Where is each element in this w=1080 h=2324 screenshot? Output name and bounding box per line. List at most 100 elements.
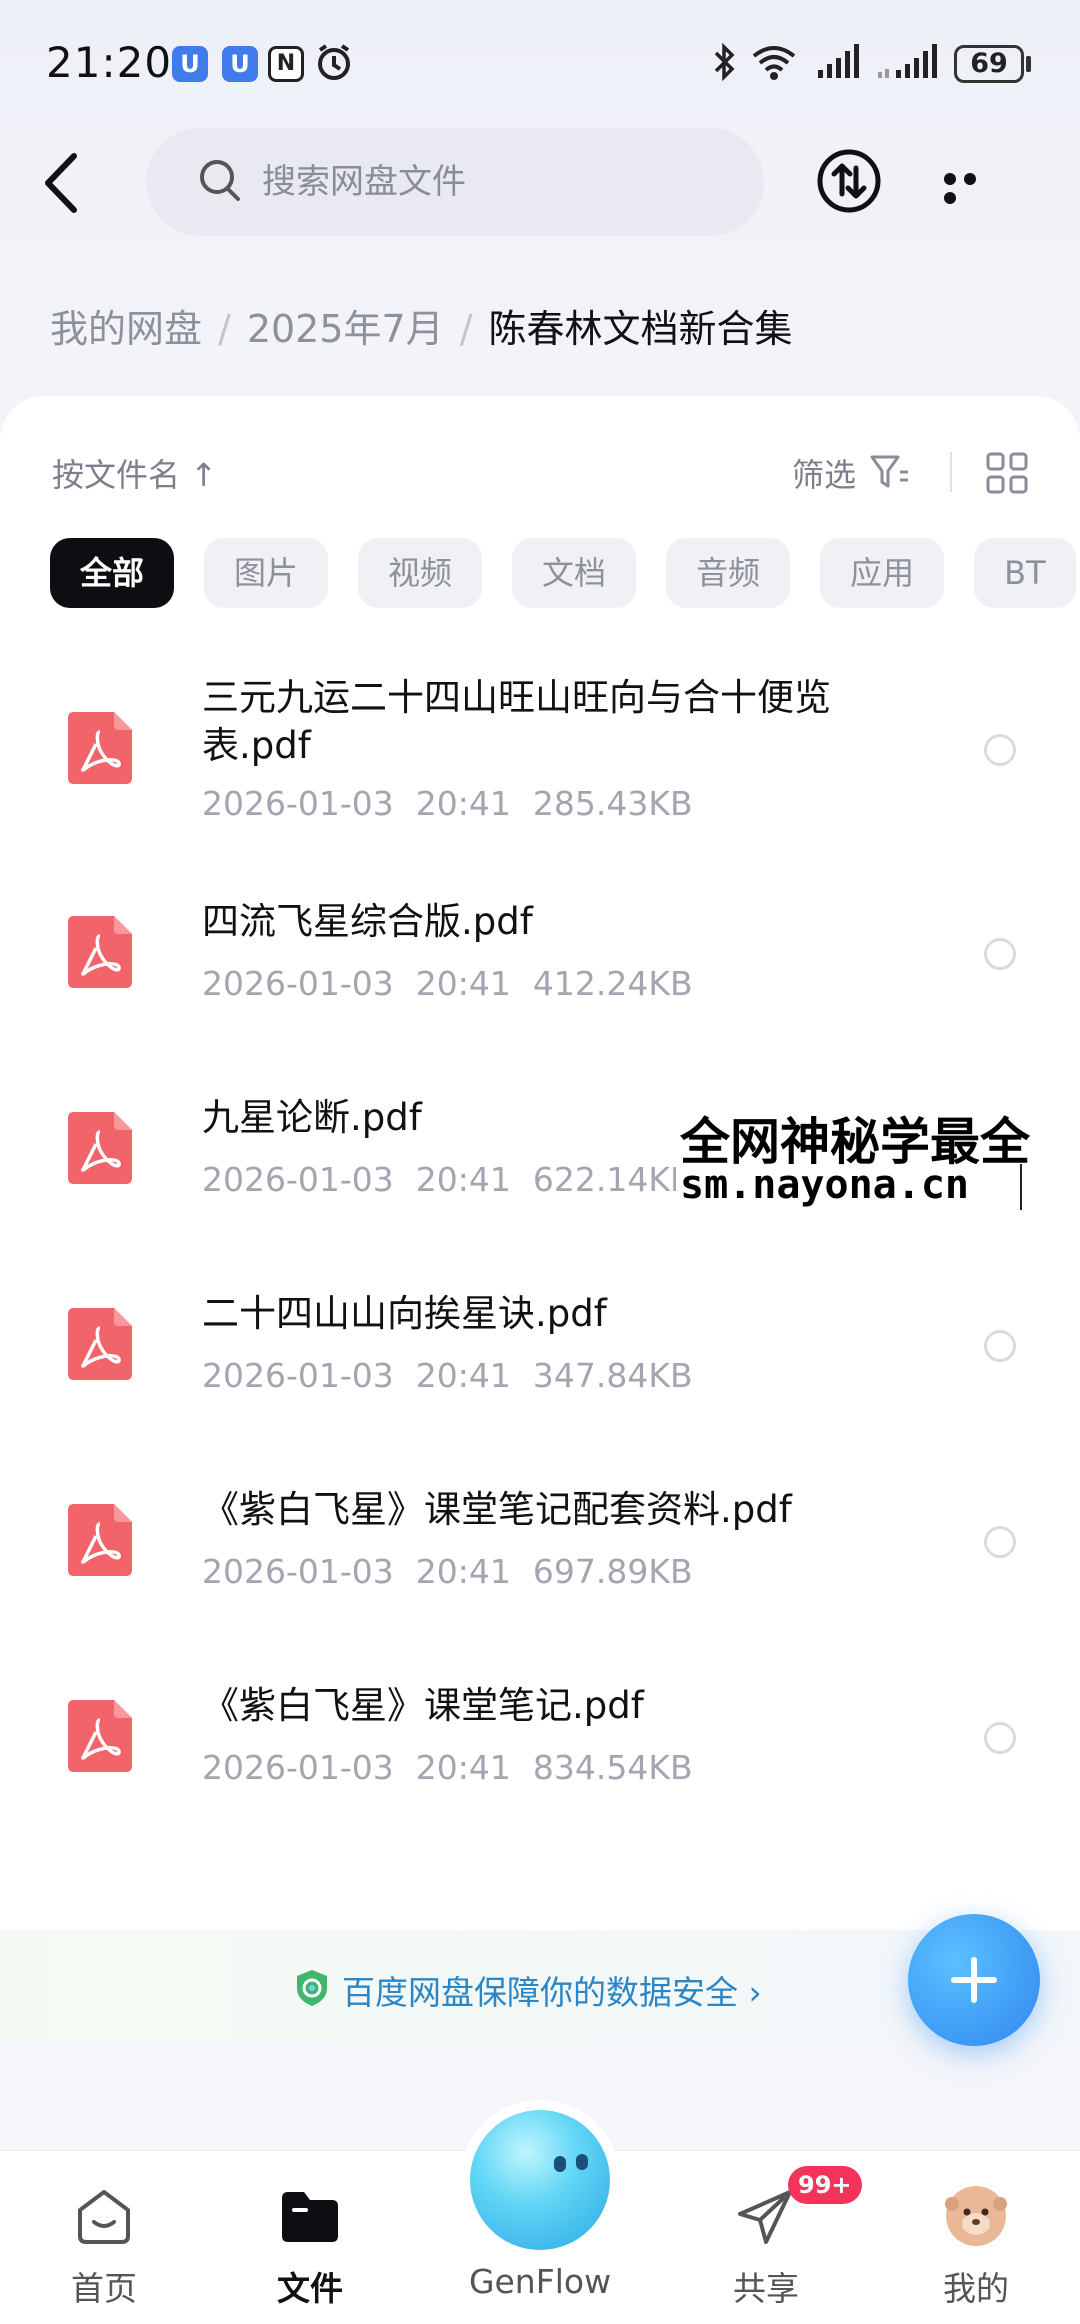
battery-indicator: 69 <box>954 45 1024 83</box>
status-time: 21:20 <box>46 38 173 87</box>
signal-icon <box>878 44 937 78</box>
select-checkbox[interactable] <box>984 1722 1016 1754</box>
nav-share-label: 共享 <box>733 2269 799 2308</box>
file-name: 二十四山山向挨星诀.pdf <box>202 1292 607 1335</box>
file-date: 2026-01-03 <box>202 1356 394 1395</box>
plus-icon <box>951 1957 997 2003</box>
file-date: 2026-01-03 <box>202 1552 394 1591</box>
file-time: 20:41 <box>415 1356 511 1395</box>
file-meta: 2026-01-03 20:41 347.84KB <box>202 1356 715 1395</box>
file-size: 347.84KB <box>532 1356 693 1395</box>
nfc-icon: N <box>268 46 304 82</box>
sort-label: 按文件名 <box>52 456 181 494</box>
wifi-icon <box>752 46 796 80</box>
watermark-overlay: 全网神秘学最全 sm.nayona.cn <box>676 1098 1080 1216</box>
file-date: 2026-01-03 <box>202 784 394 823</box>
battery-tip <box>1026 56 1031 72</box>
watermark-line2: sm.nayona.cn <box>680 1162 969 1208</box>
file-size: 697.89KB <box>532 1552 693 1591</box>
pdf-file-icon <box>68 1308 132 1380</box>
tab-documents[interactable]: 文档 <box>512 538 637 608</box>
status-bar: 21:20 U U N 69 <box>0 0 1080 130</box>
add-button[interactable] <box>908 1914 1040 2046</box>
file-size: 622.14KB <box>532 1160 693 1199</box>
avatar <box>945 2186 1007 2246</box>
transfer-icon[interactable] <box>816 148 882 214</box>
shield-icon <box>297 1970 327 2006</box>
file-time: 20:41 <box>415 784 511 823</box>
search-input[interactable] <box>262 158 742 206</box>
search-icon <box>200 160 240 201</box>
file-name: 三元九运二十四山旺山旺向与合十便览表.pdf <box>202 676 831 767</box>
safety-link[interactable]: 百度网盘保障你的数据安全 › <box>342 1966 762 2014</box>
file-date: 2026-01-03 <box>202 964 394 1003</box>
file-row[interactable]: 《紫白飞星》课堂笔记.pdf 2026-01-03 20:41 834.54KB <box>0 1682 1080 1832</box>
file-size: 834.54KB <box>532 1748 693 1787</box>
app-notification-icon: U <box>222 46 258 82</box>
filter-tabs: 全部 图片 视频 文档 音频 应用 BT <box>50 538 1080 610</box>
file-meta: 2026-01-03 20:41 622.14KB <box>202 1160 715 1199</box>
file-time: 20:41 <box>415 964 511 1003</box>
tab-images[interactable]: 图片 <box>204 538 329 608</box>
file-time: 20:41 <box>415 1552 511 1591</box>
file-row[interactable]: 四流飞星综合版.pdf 2026-01-03 20:41 412.24KB <box>0 898 1080 1048</box>
sort-arrow-icon: ↑ <box>190 456 217 494</box>
tab-bt[interactable]: BT <box>974 538 1076 608</box>
breadcrumb-item[interactable]: 我的网盘 <box>50 307 202 351</box>
signal-icon <box>818 44 859 78</box>
nav-genflow-label: GenFlow <box>468 2262 612 2301</box>
filter-button[interactable]: 筛选 <box>792 450 856 496</box>
file-time: 20:41 <box>415 1160 511 1199</box>
filter-icon[interactable] <box>870 454 910 490</box>
file-size: 412.24KB <box>532 964 693 1003</box>
text-caret <box>1020 1164 1022 1210</box>
file-meta: 2026-01-03 20:41 412.24KB <box>202 964 715 1003</box>
nav-mine-label: 我的 <box>943 2269 1009 2308</box>
file-name: 《紫白飞星》课堂笔记.pdf <box>202 1684 644 1727</box>
search-bar[interactable] <box>146 128 764 236</box>
nav-mine[interactable]: 我的 <box>886 2150 1066 2324</box>
home-icon <box>78 2190 130 2244</box>
file-meta: 2026-01-03 20:41 697.89KB <box>202 1552 715 1591</box>
tab-apps[interactable]: 应用 <box>820 538 945 608</box>
pdf-file-icon <box>68 916 132 988</box>
select-checkbox[interactable] <box>984 1330 1016 1362</box>
file-date: 2026-01-03 <box>202 1748 394 1787</box>
pdf-file-icon <box>68 1504 132 1576</box>
breadcrumb-current: 陈春林文档新合集 <box>488 307 793 351</box>
nav-files[interactable]: 文件 <box>220 2150 400 2324</box>
sort-button[interactable]: 按文件名 ↑ <box>52 450 217 496</box>
file-row[interactable]: 二十四山山向挨星诀.pdf 2026-01-03 20:41 347.84KB <box>0 1290 1080 1440</box>
file-row[interactable]: 三元九运二十四山旺山旺向与合十便览表.pdf 2026-01-03 20:41 28… <box>0 654 1080 844</box>
tab-all[interactable]: 全部 <box>50 538 175 608</box>
file-name: 《紫白飞星》课堂笔记配套资料.pdf <box>202 1488 792 1531</box>
file-time: 20:41 <box>415 1748 511 1787</box>
folder-icon <box>282 2192 338 2242</box>
nav-home-label: 首页 <box>71 2269 137 2308</box>
toolbar-divider <box>950 452 952 492</box>
app-notification-icon: U <box>172 46 208 82</box>
select-checkbox[interactable] <box>984 1526 1016 1558</box>
file-row[interactable]: 《紫白飞星》课堂笔记配套资料.pdf 2026-01-03 20:41 697.89… <box>0 1486 1080 1636</box>
nav-genflow[interactable]: GenFlow <box>450 2150 630 2324</box>
tab-audio[interactable]: 音频 <box>666 538 791 608</box>
grid-view-icon[interactable] <box>986 452 1028 494</box>
bluetooth-icon <box>714 42 735 82</box>
pdf-file-icon <box>68 1700 132 1772</box>
back-icon[interactable] <box>40 150 90 216</box>
file-meta: 2026-01-03 20:41 834.54KB <box>202 1748 715 1787</box>
file-date: 2026-01-03 <box>202 1160 394 1199</box>
pdf-file-icon <box>68 712 132 784</box>
paper-plane-icon <box>738 2190 792 2244</box>
breadcrumb-item[interactable]: 2025年7月 <box>247 307 444 351</box>
select-checkbox[interactable] <box>984 938 1016 970</box>
breadcrumb: 我的网盘/2025年7月 / 陈春林文档新合集 <box>50 307 793 351</box>
tab-videos[interactable]: 视频 <box>358 538 483 608</box>
file-size: 285.43KB <box>532 784 693 823</box>
select-checkbox[interactable] <box>984 734 1016 766</box>
nav-files-label: 文件 <box>277 2269 343 2308</box>
more-icon[interactable] <box>944 170 1000 204</box>
share-badge: 99+ <box>788 2166 862 2204</box>
nav-home[interactable]: 首页 <box>14 2150 194 2324</box>
alarm-icon <box>318 44 350 80</box>
